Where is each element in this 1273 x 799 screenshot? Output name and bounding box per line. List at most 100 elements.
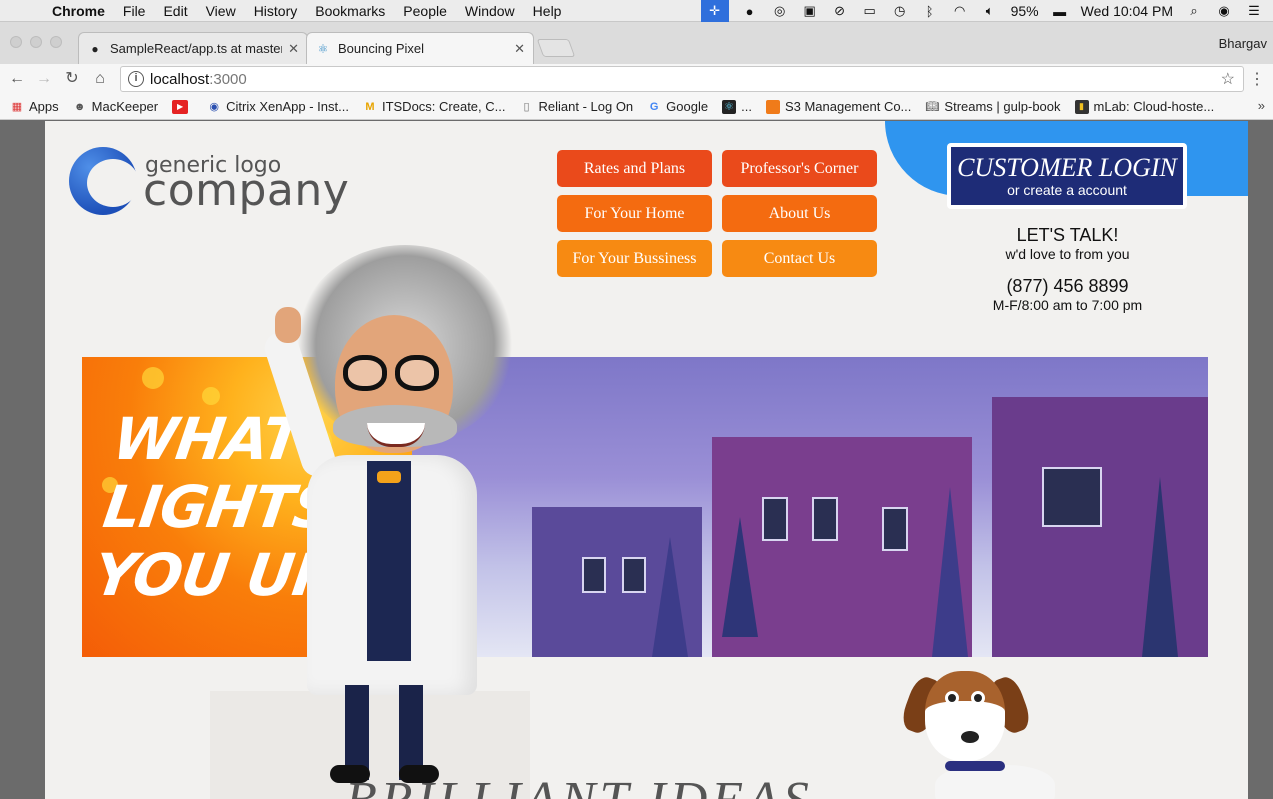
menu-view[interactable]: View: [197, 3, 245, 19]
bookmark-gulp-book[interactable]: 📖︎ Streams | gulp-book: [925, 99, 1060, 114]
info-icon[interactable]: i: [128, 71, 144, 87]
circle-slash-icon[interactable]: ⊘: [831, 3, 849, 19]
bookmark-label: ITSDocs: Create, C...: [381, 99, 506, 114]
bookmark-star-icon[interactable]: ☆: [1221, 69, 1235, 89]
bookmark-label: Google: [666, 99, 709, 114]
menu-help[interactable]: Help: [524, 3, 571, 19]
phone-number[interactable]: (877) 456 8899: [945, 276, 1190, 297]
customer-login-panel: CUSTOMER LOGIN or create a account: [951, 147, 1183, 205]
forward-arrow-icon[interactable]: →: [34, 69, 54, 89]
tab-bouncing-pixel[interactable]: ⚛ Bouncing Pixel ✕: [306, 32, 534, 64]
logo-circle-icon: [69, 147, 139, 215]
page-icon: ▯: [523, 101, 530, 113]
siri-icon[interactable]: ◉: [1215, 3, 1233, 19]
nav-for-your-business-button[interactable]: For Your Bussiness: [557, 240, 712, 277]
github-icon: ●: [91, 41, 99, 56]
window-zoom-button[interactable]: [50, 36, 62, 48]
battery-icon[interactable]: ▬: [1051, 3, 1069, 19]
pine-tree: [722, 517, 758, 637]
bluetooth-icon[interactable]: ᛒ: [921, 3, 939, 19]
reload-icon[interactable]: ↻: [62, 69, 82, 89]
menu-clock[interactable]: Wed 10:04 PM: [1081, 3, 1173, 19]
bookmark-s3[interactable]: S3 Management Co...: [765, 99, 911, 114]
browser-tab-strip: ● SampleReact/app.ts at master ✕ ⚛ Bounc…: [0, 22, 1273, 64]
bookmark-label: Reliant - Log On: [538, 99, 634, 114]
customer-login-button[interactable]: CUSTOMER LOGIN or create a account: [947, 143, 1187, 209]
time-machine-icon[interactable]: ◷: [891, 3, 909, 19]
menu-bookmarks[interactable]: Bookmarks: [306, 3, 394, 19]
chevron-right-double-icon[interactable]: »: [1258, 98, 1265, 113]
pointing-hand: [275, 307, 301, 343]
chrome-menu-icon[interactable]: ⋮: [1249, 69, 1265, 89]
bookmark-label: mLab: Cloud-hoste...: [1093, 99, 1215, 114]
glasses-left-lens: [343, 355, 387, 391]
nav-contact-us-button[interactable]: Contact Us: [722, 240, 877, 277]
bookmark-citrix[interactable]: ◉ Citrix XenApp - Inst...: [207, 99, 349, 114]
bokeh-dot: [142, 367, 164, 389]
create-account-link[interactable]: or create a account: [1007, 182, 1127, 198]
google-icon: G: [649, 100, 659, 113]
itsdocs-icon: M: [365, 100, 375, 113]
nav-about-us-button[interactable]: About Us: [722, 195, 877, 232]
close-icon[interactable]: ✕: [288, 41, 299, 57]
page-viewport: generic logo company Rates and Plans Pro…: [0, 121, 1273, 799]
volume-icon[interactable]: 🔈︎: [981, 3, 999, 19]
login-title: CUSTOMER LOGIN: [957, 153, 1177, 182]
nav-professors-corner-button[interactable]: Professor's Corner: [722, 150, 877, 187]
talk-subheading: w'd love to from you: [1005, 246, 1130, 262]
youtube-icon: ▶: [172, 99, 189, 114]
bookmark-apps[interactable]: ▦ Apps: [10, 99, 59, 114]
tab-samplereact[interactable]: ● SampleReact/app.ts at master ✕: [78, 32, 308, 64]
macos-menu-bar: Chrome File Edit View History Bookmarks …: [0, 0, 1273, 22]
apps-grid-icon: ▦: [11, 101, 23, 113]
home-icon[interactable]: ⌂: [90, 69, 110, 89]
glasses-right-lens: [395, 355, 439, 391]
bookmark-reliant[interactable]: ▯ Reliant - Log On: [520, 99, 634, 114]
window-minimize-button[interactable]: [30, 36, 42, 48]
scripts-icon[interactable]: ▣: [801, 3, 819, 19]
bookmark-google[interactable]: G Google: [647, 99, 708, 114]
address-bar[interactable]: i localhost:3000 ☆: [120, 66, 1244, 92]
menu-people[interactable]: People: [394, 3, 456, 19]
new-tab-button[interactable]: [536, 39, 576, 57]
dog-eye: [971, 691, 985, 705]
menu-app-chrome[interactable]: Chrome: [40, 3, 114, 19]
menu-status-area: ✛ ● ◎ ▣ ⊘ ▭ ◷ ᛒ ◠ 🔈︎ 95% ▬ Wed 10:04 PM …: [700, 0, 1263, 22]
dog-collar: [945, 761, 1005, 771]
pine-tree: [1142, 477, 1178, 657]
bookmark-label: ...: [741, 99, 752, 114]
wifi-icon[interactable]: ◠: [951, 3, 969, 19]
url-host: localhost: [150, 70, 210, 88]
dog-head: [925, 671, 1005, 761]
chat-bubble-icon[interactable]: ●: [741, 3, 759, 19]
nav-for-your-home-button[interactable]: For Your Home: [557, 195, 712, 232]
window: [1042, 467, 1102, 527]
spotlight-search-icon[interactable]: ⌕: [1185, 3, 1203, 19]
notification-center-icon[interactable]: ☰: [1245, 3, 1263, 19]
menu-history[interactable]: History: [245, 3, 307, 19]
back-arrow-icon[interactable]: ←: [7, 69, 27, 89]
nav-rates-and-plans-button[interactable]: Rates and Plans: [557, 150, 712, 187]
window-close-button[interactable]: [10, 36, 22, 48]
bookmark-mackeeper[interactable]: ☻ MacKeeper: [73, 99, 158, 114]
aws-icon: [765, 99, 780, 114]
talk-heading: LET'S TALK!: [1016, 225, 1119, 245]
bookmark-react[interactable]: ⚛...: [722, 99, 752, 114]
menu-window[interactable]: Window: [456, 3, 524, 19]
window: [762, 497, 788, 541]
bookmark-mlab[interactable]: ▮ mLab: Cloud-hoste...: [1074, 99, 1215, 114]
airplay-icon[interactable]: ▭: [861, 3, 879, 19]
cursor-tool-icon[interactable]: ✛: [700, 0, 729, 22]
bookmark-label: MacKeeper: [91, 99, 159, 114]
mlab-icon: ▮: [1074, 99, 1089, 114]
close-icon[interactable]: ✕: [514, 41, 525, 57]
pine-tree: [652, 537, 688, 657]
creative-cloud-icon[interactable]: ◎: [771, 3, 789, 19]
company-logo[interactable]: generic logo company: [69, 147, 359, 217]
menu-edit[interactable]: Edit: [154, 3, 196, 19]
profile-name[interactable]: Bhargav: [1219, 36, 1267, 51]
menu-file[interactable]: File: [114, 3, 155, 19]
bookmark-youtube[interactable]: ▶: [172, 99, 193, 114]
mackeeper-icon: ☻: [73, 100, 86, 113]
bookmark-itsdocs[interactable]: M ITSDocs: Create, C...: [363, 99, 506, 114]
